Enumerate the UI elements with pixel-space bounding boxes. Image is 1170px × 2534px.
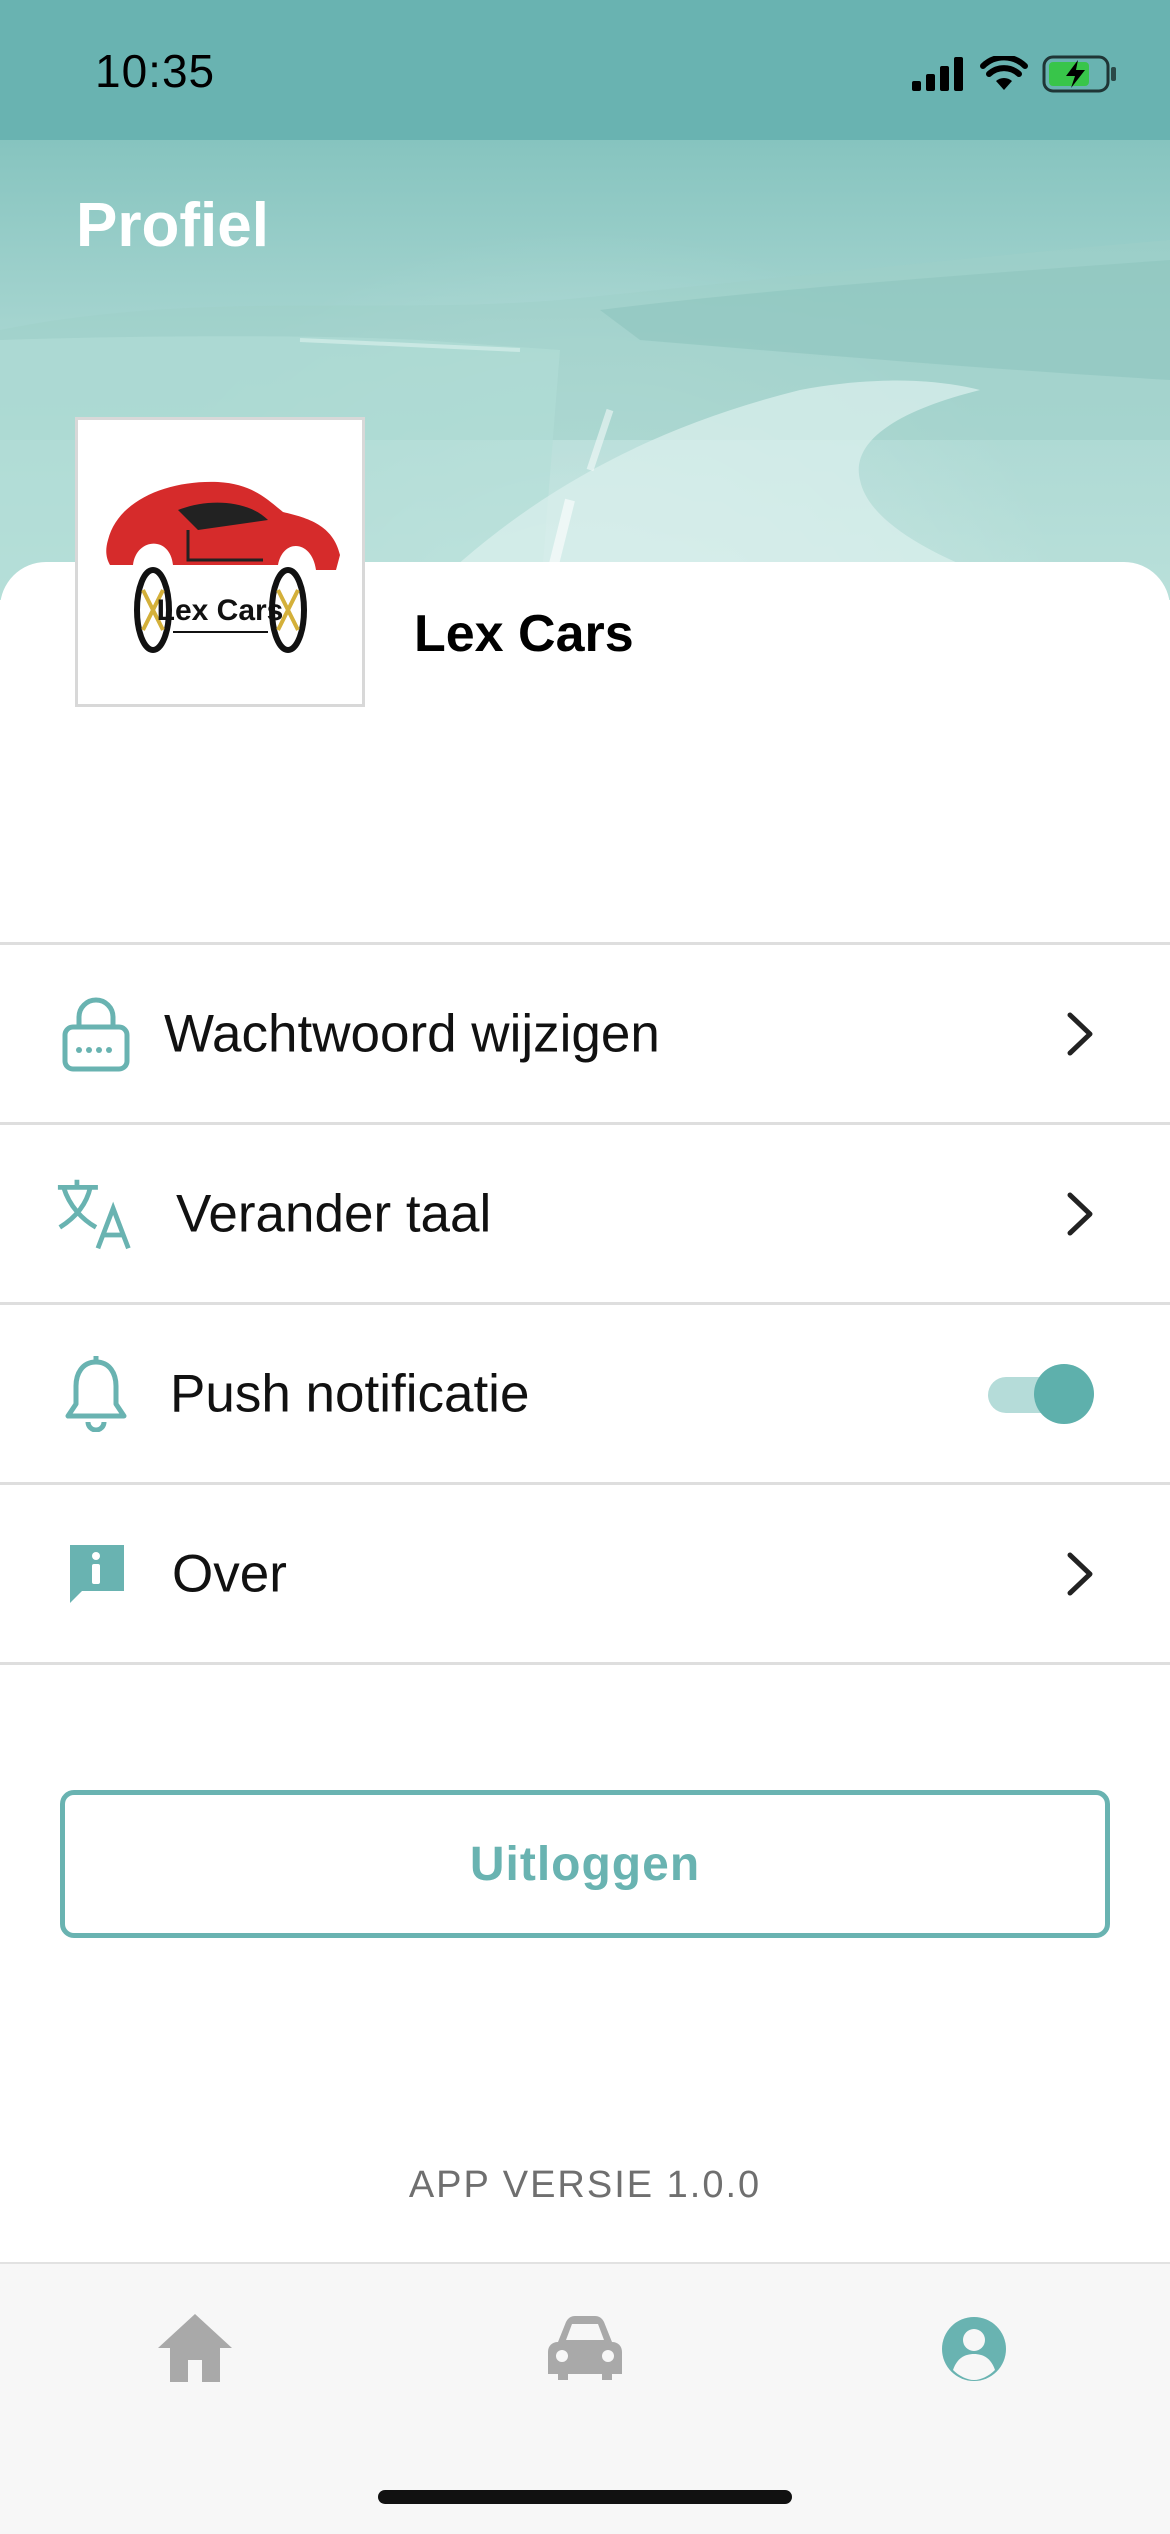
logout-button[interactable]: Uitloggen bbox=[60, 1790, 1110, 1938]
chevron-right-icon bbox=[1067, 1552, 1093, 1595]
profile-name: Lex Cars bbox=[414, 605, 634, 663]
status-time: 10:35 bbox=[95, 45, 216, 97]
menu-item-label: Push notificatie bbox=[170, 1364, 530, 1423]
status-bar: 10:35 bbox=[0, 0, 1170, 140]
chevron-right-icon bbox=[1067, 1012, 1093, 1055]
chevron-right-icon bbox=[1067, 1192, 1093, 1235]
home-icon bbox=[158, 2314, 232, 2382]
bell-icon bbox=[56, 1354, 136, 1434]
app-version-label: APP VERSIE 1.0.0 bbox=[408, 2164, 762, 2206]
info-icon bbox=[56, 1534, 136, 1614]
logo-text: Lex Cars bbox=[157, 594, 284, 627]
lock-icon bbox=[56, 994, 136, 1074]
car-icon bbox=[548, 2316, 622, 2380]
wifi-icon bbox=[980, 56, 1028, 90]
status-icons bbox=[912, 50, 1118, 98]
signal-icon bbox=[912, 57, 963, 91]
menu-item-label: Wachtwoord wijzigen bbox=[164, 1004, 660, 1063]
push-notification-toggle[interactable] bbox=[982, 1363, 1094, 1424]
profile-icon bbox=[942, 2317, 1006, 2381]
home-indicator[interactable] bbox=[378, 2490, 792, 2504]
tab-profile[interactable] bbox=[929, 2304, 1019, 2394]
menu-item-label: Over bbox=[172, 1544, 287, 1603]
menu-item-label: Verander taal bbox=[176, 1184, 492, 1243]
battery-icon bbox=[1042, 55, 1116, 93]
menu-item-change-password[interactable]: Wachtwoord wijzigen bbox=[0, 942, 1170, 1122]
menu-item-about[interactable]: Over bbox=[0, 1482, 1170, 1665]
tab-home[interactable] bbox=[150, 2304, 240, 2394]
translate-icon bbox=[56, 1174, 136, 1254]
toggle-knob bbox=[1034, 1363, 1094, 1424]
page-title: Profiel bbox=[76, 191, 269, 260]
menu-item-change-language[interactable]: Verander taal bbox=[0, 1122, 1170, 1302]
tab-cars[interactable] bbox=[540, 2304, 630, 2394]
settings-menu: Wachtwoord wijzigen Verander taal Push n… bbox=[0, 942, 1170, 1665]
menu-item-push-notifications: Push notificatie bbox=[0, 1302, 1170, 1482]
company-logo: Lex Cars bbox=[75, 417, 365, 707]
